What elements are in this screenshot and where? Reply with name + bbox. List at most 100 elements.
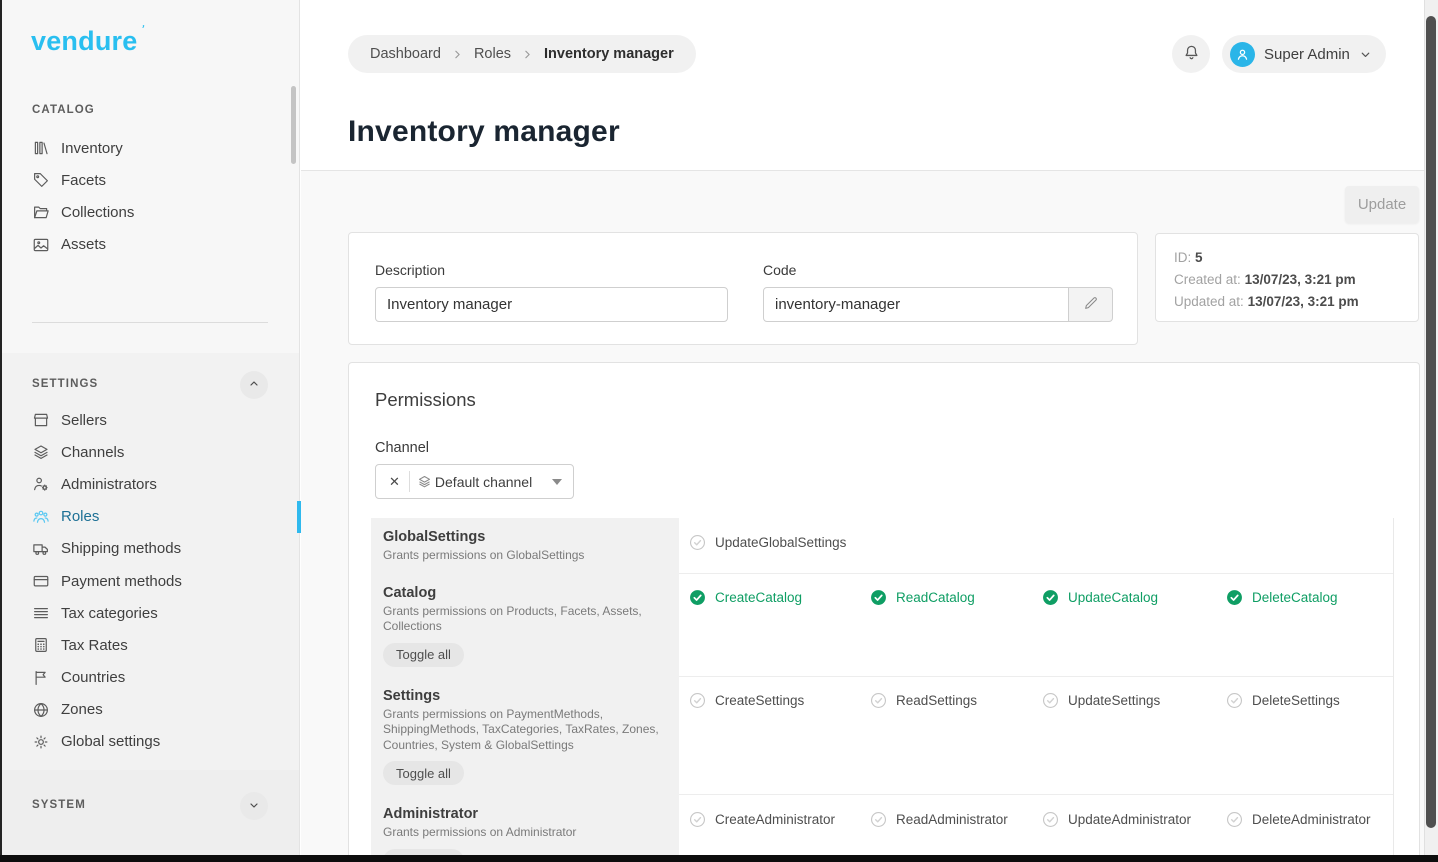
breadcrumb-item-roles[interactable]: Roles (474, 46, 511, 62)
meta-id-row: ID: 5 (1174, 247, 1400, 269)
breadcrumb-separator-icon (451, 48, 464, 61)
permission-checkbox-readadministrator[interactable]: ReadAdministrator (870, 809, 1042, 829)
shipping-icon (32, 540, 50, 558)
permission-checkbox-createsettings[interactable]: CreateSettings (689, 691, 870, 711)
chevron-down-icon (248, 799, 260, 814)
permission-group-description: Grants permissions on GlobalSettings (383, 548, 665, 564)
clear-channel-button[interactable]: ✕ (376, 474, 409, 490)
permission-checkbox-deletesettings[interactable]: DeleteSettings (1226, 691, 1393, 711)
permission-checkbox-updatecatalog[interactable]: UpdateCatalog (1042, 588, 1226, 608)
breadcrumb-item-inventory-manager: Inventory manager (544, 46, 674, 62)
permission-row-info: SettingsGrants permissions on PaymentMet… (371, 677, 679, 796)
unchecked-circle-icon (689, 534, 706, 551)
permission-checkbox-deleteadministrator[interactable]: DeleteAdministrator (1226, 809, 1393, 829)
unchecked-circle-icon (1226, 692, 1243, 709)
settings-collapse-button[interactable] (240, 371, 268, 399)
detail-form-card: Description Code (348, 232, 1138, 345)
sidebar-item-label: Sellers (61, 412, 107, 429)
sidebar-item-tax-categories[interactable]: Tax categories (0, 597, 300, 629)
permission-checkbox-readsettings[interactable]: ReadSettings (870, 691, 1042, 711)
permission-checkbox-createcatalog[interactable]: CreateCatalog (689, 588, 870, 608)
sidebar-item-facets[interactable]: Facets (0, 164, 300, 196)
sidebar-item-administrators[interactable]: Administrators (0, 468, 300, 500)
sidebar-item-label: Zones (61, 701, 103, 718)
window-bottom-bar (0, 855, 1438, 862)
sidebar-item-label: Tax categories (61, 605, 158, 622)
permission-checkbox-updatesettings[interactable]: UpdateSettings (1042, 691, 1226, 711)
permissions-table: GlobalSettingsGrants permissions on Glob… (371, 518, 1394, 862)
page-scrollbar-track[interactable] (1424, 0, 1438, 855)
channels-icon (32, 443, 50, 461)
administrators-icon (32, 475, 50, 493)
unchecked-circle-icon (689, 811, 706, 828)
vendure-logo[interactable]: vendure’ (31, 26, 137, 57)
unchecked-circle-icon (1226, 811, 1243, 828)
permission-label: CreateSettings (715, 693, 804, 708)
zones-icon (32, 701, 50, 719)
description-label: Description (375, 262, 445, 278)
permission-checkbox-readcatalog[interactable]: ReadCatalog (870, 588, 1042, 608)
page-scrollbar-thumb[interactable] (1426, 16, 1436, 828)
logo-mark-icon: ’ (140, 24, 146, 35)
meta-created-value: 13/07/23, 3:21 pm (1245, 272, 1356, 287)
toggle-all-button[interactable]: Toggle all (383, 643, 464, 667)
permissions-heading: Permissions (375, 389, 476, 411)
permission-checkboxes: UpdateGlobalSettings (679, 518, 1393, 574)
sidebar-item-zones[interactable]: Zones (0, 694, 300, 726)
permission-label: ReadCatalog (896, 590, 975, 605)
sidebar-item-label: Roles (61, 508, 99, 525)
meta-updated-row: Updated at: 13/07/23, 3:21 pm (1174, 291, 1400, 313)
sidebar-item-assets[interactable]: Assets (0, 229, 300, 261)
permission-checkboxes: CreateCatalog ReadCatalog UpdateCatalog Del… (679, 574, 1393, 677)
permission-checkbox-createadministrator[interactable]: CreateAdministrator (689, 809, 870, 829)
user-name: Super Admin (1264, 46, 1350, 63)
inventory-icon (32, 139, 50, 157)
sidebar-scrollbar-thumb[interactable] (291, 86, 296, 164)
catalog-nav-items: InventoryFacetsCollectionsAssets (0, 132, 300, 261)
permission-group-description: Grants permissions on PaymentMethods, Sh… (383, 707, 665, 754)
chevron-down-icon (1359, 48, 1372, 61)
permission-label: UpdateSettings (1068, 693, 1160, 708)
permission-label: CreateCatalog (715, 590, 802, 605)
sidebar-item-countries[interactable]: Countries (0, 662, 300, 694)
permission-checkbox-updateglobalsettings[interactable]: UpdateGlobalSettings (689, 532, 870, 552)
section-heading-catalog: CATALOG (32, 104, 95, 116)
facets-icon (32, 171, 50, 189)
user-menu[interactable]: Super Admin (1222, 35, 1386, 73)
channel-label: Channel (375, 440, 429, 456)
sidebar-item-sellers[interactable]: Sellers (0, 404, 300, 436)
code-input[interactable] (763, 287, 1069, 322)
edit-code-button[interactable] (1069, 287, 1113, 322)
unchecked-circle-icon (1042, 811, 1059, 828)
breadcrumb-item-dashboard[interactable]: Dashboard (370, 46, 441, 62)
channels-icon (417, 474, 432, 489)
sidebar-item-channels[interactable]: Channels (0, 436, 300, 468)
permission-checkbox-updateadministrator[interactable]: UpdateAdministrator (1042, 809, 1226, 829)
sidebar-item-label: Global settings (61, 733, 160, 750)
toggle-all-button[interactable]: Toggle all (383, 761, 464, 785)
sidebar-item-roles[interactable]: Roles (0, 501, 300, 533)
sidebar-item-shipping-methods[interactable]: Shipping methods (0, 533, 300, 565)
sidebar-item-global-settings[interactable]: Global settings (0, 726, 300, 758)
sellers-icon (32, 411, 50, 429)
permission-checkbox-deletecatalog[interactable]: DeleteCatalog (1226, 588, 1393, 608)
permission-row-info: CatalogGrants permissions on Products, F… (371, 574, 679, 677)
sidebar-item-inventory[interactable]: Inventory (0, 132, 300, 164)
sidebar-item-collections[interactable]: Collections (0, 196, 300, 228)
unchecked-circle-icon (1042, 692, 1059, 709)
sidebar-item-payment-methods[interactable]: Payment methods (0, 565, 300, 597)
permission-label: ReadAdministrator (896, 812, 1008, 827)
permission-group-description: Grants permissions on Administrator (383, 825, 665, 841)
sidebar-item-tax-rates[interactable]: Tax Rates (0, 629, 300, 661)
update-button[interactable]: Update (1345, 186, 1419, 223)
system-collapse-button[interactable] (240, 792, 268, 820)
app-window: vendure’ CATALOG InventoryFacetsCollecti… (0, 0, 1438, 862)
section-heading-settings-row: SETTINGS (0, 369, 300, 401)
channel-select[interactable]: ✕ Default channel (375, 464, 574, 499)
notifications-button[interactable] (1172, 35, 1210, 73)
sidebar-item-label: Countries (61, 669, 125, 686)
permission-row-info: GlobalSettingsGrants permissions on Glob… (371, 518, 679, 574)
sidebar-item-label: Tax Rates (61, 637, 128, 654)
description-input[interactable] (375, 287, 728, 322)
permission-label: DeleteCatalog (1252, 590, 1338, 605)
